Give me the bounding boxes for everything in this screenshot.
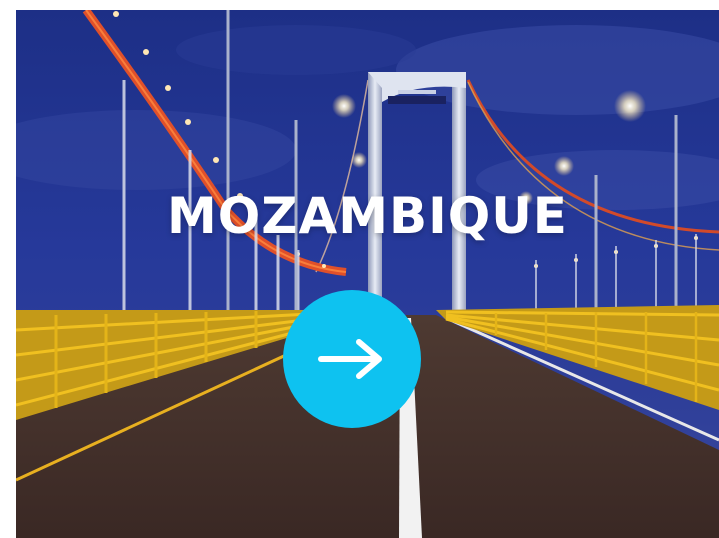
arrow-right-icon: [318, 339, 382, 379]
destination-card[interactable]: MOZAMBIQUE: [16, 10, 719, 538]
go-to-destination-button[interactable]: [283, 290, 421, 428]
destination-title: MOZAMBIQUE: [167, 187, 568, 245]
bridge-background-image: [16, 10, 719, 538]
